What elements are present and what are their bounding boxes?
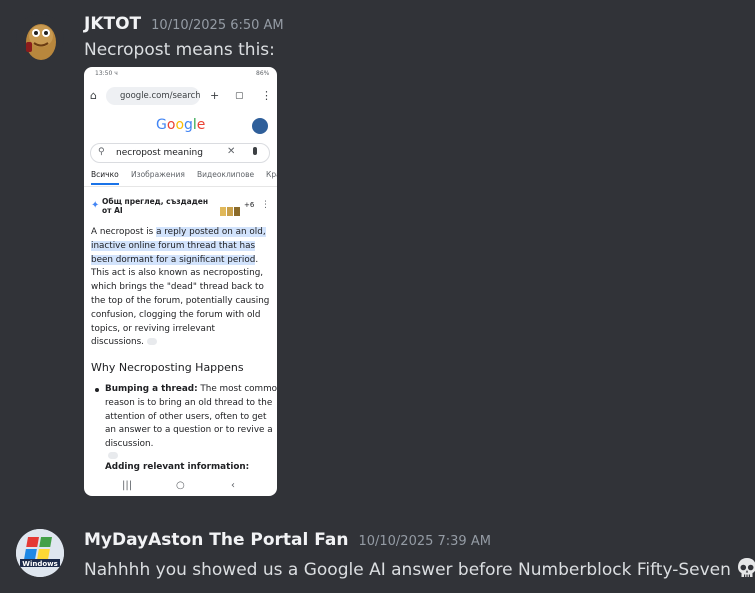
link-icon — [108, 451, 118, 459]
svg-text:Windows: Windows — [22, 560, 58, 568]
google-logo: Google — [156, 117, 206, 133]
bullet-item-1: Bumping a thread: The most common reason… — [105, 383, 277, 459]
nav-back-icon: ‹ — [231, 480, 235, 491]
image-attachment[interactable]: 13:50 ч 86% ⌂ google.com/search + ▢ ⋮ Go… — [84, 67, 277, 496]
clear-icon: ✕ — [227, 146, 236, 157]
url-bar: google.com/search — [106, 87, 200, 105]
search-query: necropost meaning — [116, 148, 203, 158]
bullet-dot — [95, 388, 99, 392]
source-count: +6 — [244, 201, 255, 209]
message-text: Necropost means this: — [84, 40, 275, 60]
tabs-icon: ▢ — [235, 91, 244, 101]
nav-home-icon: ○ — [176, 480, 185, 491]
new-tab-icon: + — [210, 89, 220, 102]
link-icon — [146, 338, 157, 346]
tab-images: Изображения — [131, 170, 185, 179]
nav-recents-icon: ||| — [122, 480, 133, 491]
divider — [84, 186, 277, 187]
skull-emoji-icon — [735, 556, 755, 580]
username[interactable]: JKTOT — [84, 14, 141, 34]
bullet-item-2: Adding relevant information: — [105, 462, 250, 472]
home-icon: ⌂ — [90, 89, 97, 102]
ai-sparkle-icon: ✦ — [91, 200, 100, 211]
ai-answer-paragraph: A necropost is a reply posted on an old,… — [91, 227, 270, 348]
menu-icon: ⋮ — [261, 89, 272, 102]
avatar[interactable]: Windows — [16, 529, 64, 577]
tab-all: Всичко — [91, 170, 119, 179]
status-battery: 86% — [256, 70, 270, 77]
username[interactable]: MyDayAston The Portal Fan — [84, 530, 348, 550]
more-icon: ⋮ — [261, 200, 270, 210]
timestamp: 10/10/2025 6:50 AM — [151, 18, 284, 33]
source-thumbnails — [220, 201, 240, 220]
status-time: 13:50 ч — [95, 70, 118, 77]
section-heading: Why Necroposting Happens — [91, 361, 244, 374]
tab-underline — [91, 183, 119, 185]
ai-overview-title: Общ преглед, създаден от AI — [102, 197, 209, 215]
profile-icon — [252, 118, 268, 134]
tab-more: Кра — [266, 170, 277, 179]
search-icon: ⚲ — [98, 147, 105, 157]
message-text: Nahhhh you showed us a Google AI answer … — [84, 556, 755, 580]
mic-icon — [253, 147, 257, 155]
avatar[interactable] — [16, 14, 64, 62]
timestamp: 10/10/2025 7:39 AM — [358, 534, 491, 549]
tab-videos: Видеоклипове — [197, 170, 255, 179]
